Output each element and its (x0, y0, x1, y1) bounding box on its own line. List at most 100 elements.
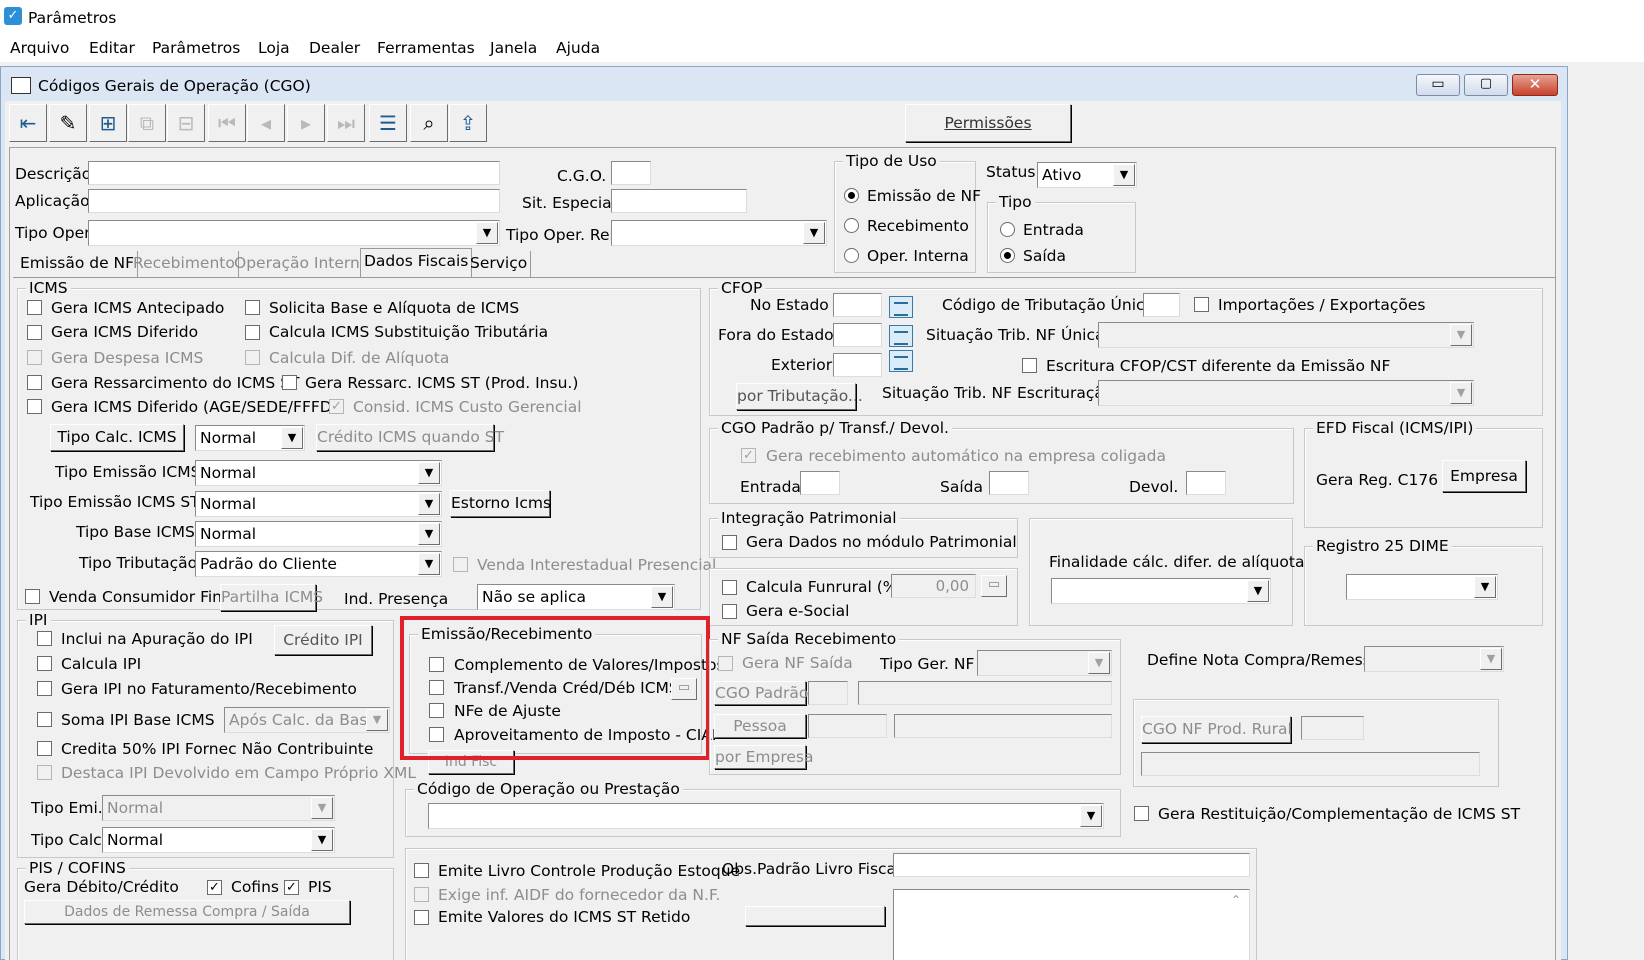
empresa-button[interactable]: Empresa (1442, 460, 1526, 492)
calcula-st-checkbox[interactable] (245, 325, 260, 340)
ressarcimento-checkbox[interactable] (27, 375, 42, 390)
minimize-button[interactable]: ▭ (1416, 74, 1460, 96)
tab-recebimento[interactable]: Recebimento (130, 251, 239, 277)
calcula-ipi-checkbox[interactable] (37, 656, 52, 671)
no-estado-input[interactable] (833, 293, 882, 317)
tipo-oper-rel-select[interactable]: ▼ (611, 220, 827, 246)
exige-aidf-checkbox[interactable] (414, 887, 429, 902)
eraser-icon[interactable]: ✎ (49, 104, 87, 142)
cgo-saida-input[interactable] (989, 471, 1029, 495)
delete-record-icon[interactable]: ⊟ (167, 104, 205, 142)
first-record-icon[interactable]: ⏮ (208, 104, 246, 142)
icms-antecipado-checkbox[interactable] (27, 300, 42, 315)
ressarc-prod-checkbox[interactable] (282, 375, 297, 390)
dados-remessa-button[interactable]: Dados de Remessa Compra / Saída (24, 900, 350, 924)
gera-restituicao-checkbox[interactable] (1134, 806, 1149, 821)
tab-operacao-interna[interactable]: Operação Interna (231, 251, 374, 277)
finalidade-select[interactable]: ▼ (1051, 578, 1271, 604)
credita-50-checkbox[interactable] (37, 741, 52, 756)
emite-valores-checkbox[interactable] (414, 910, 429, 925)
credito-st-button[interactable]: Crédito ICMS quando ST (316, 424, 504, 451)
emissao-nf-radio[interactable] (844, 188, 859, 203)
menu-dealer[interactable]: Dealer (309, 38, 360, 58)
pessoa-desc-input[interactable] (894, 714, 1112, 738)
soma-ipi-checkbox[interactable] (37, 712, 52, 727)
descricao-input[interactable] (88, 161, 500, 185)
cgo-nf-prod-desc-input[interactable] (1141, 752, 1480, 776)
sit-trib-escr-select[interactable]: ▼ (1098, 380, 1474, 406)
tab-dados-fiscais[interactable]: Dados Fiscais (360, 248, 473, 278)
obs-button[interactable] (745, 906, 885, 926)
saida-radio[interactable] (1000, 248, 1015, 263)
add-record-icon[interactable]: ⊞ (89, 104, 127, 142)
ind-presenca-select[interactable]: Não se aplica ▼ (477, 584, 675, 610)
gera-nf-saida-checkbox[interactable] (718, 656, 733, 671)
binoculars-icon[interactable]: ⌕ (410, 104, 448, 142)
codigo-oper-select[interactable]: ▼ (428, 803, 1104, 829)
pis-checkbox[interactable]: ✓ (284, 880, 299, 895)
oper-interna-radio[interactable] (844, 248, 859, 263)
exterior-input[interactable] (833, 353, 882, 377)
despesa-icms-checkbox[interactable] (27, 350, 42, 365)
tab-emissao-nf[interactable]: Emissão de NF (17, 251, 139, 277)
previous-record-icon[interactable]: ◂ (247, 104, 285, 142)
sit-especial-input[interactable] (611, 189, 747, 213)
gera-ipi-fat-checkbox[interactable] (37, 681, 52, 696)
partilha-icms-button[interactable]: Partilha ICMS (220, 584, 323, 611)
list-icon[interactable] (889, 325, 913, 347)
destaca-ipi-checkbox[interactable] (37, 765, 52, 780)
pessoa-input[interactable] (808, 714, 887, 738)
gera-dados-checkbox[interactable] (722, 535, 737, 550)
obs-livro-textarea[interactable] (893, 889, 1250, 960)
venda-interestadual-checkbox[interactable] (453, 557, 468, 572)
calc-dif-checkbox[interactable] (245, 350, 260, 365)
list-icon[interactable]: ☰ (369, 104, 407, 142)
cgo-nf-prod-button[interactable]: CGO NF Prod. Rural (1141, 716, 1292, 743)
pessoa-button[interactable]: Pessoa (714, 714, 806, 738)
entrada-radio[interactable] (1000, 222, 1015, 237)
tipo-oper-select[interactable]: ▼ (88, 220, 500, 246)
consid-custo-checkbox[interactable]: ✓ (329, 399, 344, 414)
fora-estado-input[interactable] (833, 323, 882, 347)
cgo-padrao-button[interactable]: CGO Padrão (714, 681, 808, 705)
diferido-age-checkbox[interactable] (27, 399, 42, 414)
tipo-tributacao-select[interactable]: Padrão do Cliente ▼ (195, 551, 442, 577)
permissoes-button[interactable]: Permissões (905, 104, 1071, 142)
cgo-entrada-input[interactable] (800, 471, 840, 495)
codigo-trib-input[interactable] (1143, 293, 1180, 317)
tab-servico[interactable]: Serviço (467, 251, 532, 277)
registro25-select[interactable]: ▼ (1346, 574, 1498, 600)
gera-receb-checkbox[interactable]: ✓ (741, 448, 756, 463)
copy-record-icon[interactable]: ⧉ (128, 104, 166, 142)
menu-parametros[interactable]: Parâmetros (152, 38, 240, 58)
menu-ferramentas[interactable]: Ferramentas (377, 38, 475, 58)
tipo-base-select[interactable]: Normal ▼ (195, 521, 442, 547)
escritura-checkbox[interactable] (1022, 358, 1037, 373)
menu-editar[interactable]: Editar (89, 38, 135, 58)
funrural-list-icon[interactable]: ▭ (981, 575, 1007, 597)
credito-ipi-button[interactable]: Crédito IPI (274, 625, 372, 655)
venda-consumidor-checkbox[interactable] (25, 589, 40, 604)
next-record-icon[interactable]: ▸ (287, 104, 325, 142)
menu-loja[interactable]: Loja (258, 38, 290, 58)
cgo-input[interactable] (611, 161, 651, 185)
menu-ajuda[interactable]: Ajuda (556, 38, 600, 58)
sit-trib-nf-select[interactable]: ▼ (1098, 322, 1474, 348)
calcula-funrural-checkbox[interactable] (722, 580, 737, 595)
aplicacao-input[interactable] (88, 189, 500, 213)
funrural-value-input[interactable]: 0,00 (891, 574, 976, 598)
solicita-base-checkbox[interactable] (245, 300, 260, 315)
tipo-calc-ipi-select[interactable]: Normal ▼ (102, 827, 335, 853)
menu-janela[interactable]: Janela (490, 38, 537, 58)
importacoes-checkbox[interactable] (1194, 297, 1209, 312)
tipo-emissao-select[interactable]: Normal ▼ (195, 460, 442, 486)
list-icon[interactable] (889, 350, 913, 372)
cgo-padrao-desc-input[interactable] (858, 681, 1112, 705)
export-icon[interactable]: ⇪ (449, 104, 487, 142)
gera-esocial-checkbox[interactable] (722, 604, 737, 619)
tipo-calc-icms-button[interactable]: Tipo Calc. ICMS (50, 424, 184, 451)
status-select[interactable]: Ativo ▼ (1037, 162, 1137, 188)
close-button[interactable]: ✕ (1512, 74, 1558, 96)
tipo-ger-select[interactable]: ▼ (977, 650, 1112, 676)
emite-livro-checkbox[interactable] (414, 863, 429, 878)
